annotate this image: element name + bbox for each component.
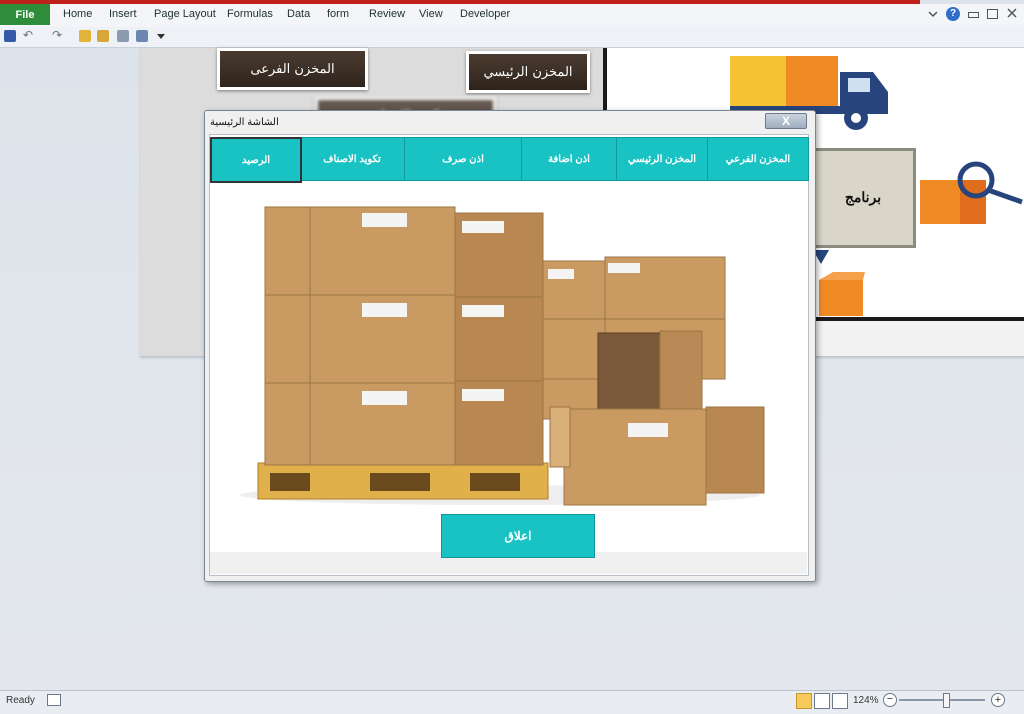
zoom-in-icon[interactable]: + bbox=[991, 693, 1005, 707]
tab-review[interactable]: Review bbox=[369, 4, 405, 25]
tab-main-store[interactable]: المخزن الرئيسي bbox=[616, 137, 708, 181]
program-title-box: برنامج bbox=[810, 148, 916, 248]
tab-item-coding[interactable]: تكويد الاصناف bbox=[299, 137, 405, 181]
zoom-out-icon[interactable]: − bbox=[883, 693, 897, 707]
save-icon[interactable] bbox=[4, 30, 16, 42]
tab-view[interactable]: View bbox=[419, 4, 443, 25]
tab-form[interactable]: form bbox=[327, 4, 349, 25]
tab-home[interactable]: Home bbox=[63, 4, 92, 25]
warehouse-boxes-image bbox=[230, 195, 780, 510]
dialog-close-icon[interactable]: X bbox=[765, 113, 807, 129]
tab-balance[interactable]: الرصيد bbox=[210, 137, 302, 183]
tab-branch-store[interactable]: المخزن الفرعي bbox=[707, 137, 809, 181]
dialog-title: الشاشة الرئيسية bbox=[210, 117, 279, 128]
folder-icon[interactable] bbox=[97, 30, 109, 42]
print-preview-icon[interactable] bbox=[117, 30, 129, 42]
box-arrow-icon bbox=[813, 250, 873, 316]
file-tab[interactable]: File bbox=[0, 4, 50, 25]
zoom-level[interactable]: 124% bbox=[853, 695, 879, 706]
redo-icon[interactable]: ↷ bbox=[52, 29, 66, 41]
sheet-branch-store-button[interactable]: المخزن الفرعى bbox=[217, 48, 368, 90]
undo-icon[interactable]: ↶ bbox=[23, 29, 37, 41]
tab-page-layout[interactable]: Page Layout bbox=[154, 4, 216, 25]
tab-formulas[interactable]: Formulas bbox=[227, 4, 273, 25]
minimize-window-icon[interactable] bbox=[968, 12, 979, 18]
tab-developer[interactable]: Developer bbox=[460, 4, 510, 25]
normal-view-icon[interactable] bbox=[796, 693, 812, 709]
tab-issue-voucher[interactable]: اذن صرف bbox=[404, 137, 522, 181]
zoom-slider-track[interactable] bbox=[899, 699, 985, 701]
restore-window-icon[interactable] bbox=[987, 9, 998, 19]
customize-qat-icon[interactable] bbox=[157, 31, 165, 39]
magnifier-box-icon bbox=[918, 160, 1024, 230]
tab-add-voucher[interactable]: اذن اضافة bbox=[521, 137, 617, 181]
status-ready-text: Ready bbox=[6, 695, 35, 706]
help-icon[interactable]: ? bbox=[946, 7, 960, 21]
tab-data[interactable]: Data bbox=[287, 4, 310, 25]
ribbon-minimize-icon[interactable] bbox=[928, 9, 938, 19]
open-folder-icon[interactable] bbox=[79, 30, 91, 42]
tab-insert[interactable]: Insert bbox=[109, 4, 137, 25]
close-button[interactable]: اعلاق bbox=[441, 514, 595, 558]
page-break-view-icon[interactable] bbox=[832, 693, 848, 709]
sheet-main-store-button[interactable]: المخزن الرئيسي bbox=[466, 51, 590, 93]
zoom-slider-thumb[interactable] bbox=[943, 693, 950, 708]
quick-access-toolbar bbox=[0, 27, 1024, 48]
form-icon[interactable] bbox=[136, 30, 148, 42]
macro-record-icon[interactable] bbox=[47, 694, 61, 706]
close-window-icon[interactable] bbox=[1006, 7, 1018, 19]
page-layout-view-icon[interactable] bbox=[814, 693, 830, 709]
